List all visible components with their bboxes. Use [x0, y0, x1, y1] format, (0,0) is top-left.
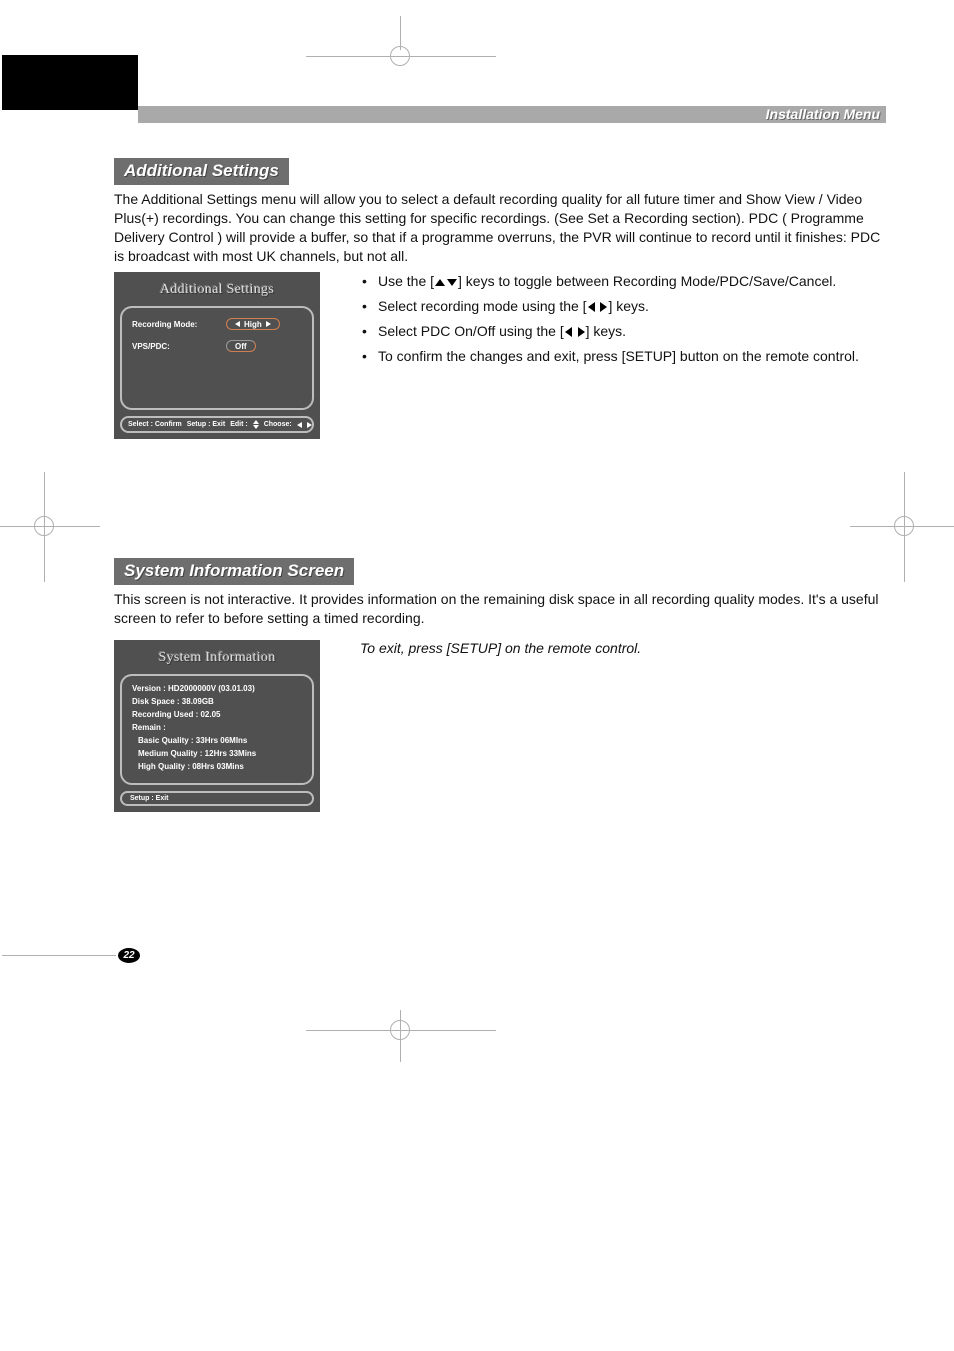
section-bar-additional-settings: Additional Settings — [114, 158, 289, 185]
osd-value-text: Off — [235, 342, 247, 351]
arrow-left-icon — [588, 302, 595, 312]
osd-value-vps: Off — [226, 340, 256, 352]
osd-info-version: Version : HD2000000V (03.01.03) — [132, 684, 302, 693]
arrow-right-icon — [578, 327, 585, 337]
osd-row-recording-mode: Recording Mode: High — [132, 318, 302, 330]
exit-note: To exit, press [SETUP] on the remote con… — [360, 640, 884, 656]
intro-text-system-information: This screen is not interactive. It provi… — [114, 590, 884, 628]
crop-mark-bottom — [376, 1010, 424, 1058]
triangle-left-icon — [297, 422, 302, 428]
header-black-box — [2, 55, 138, 110]
page-number-badge: 22 — [118, 948, 140, 963]
updown-arrows-icon — [253, 420, 259, 429]
instruction-text: ] keys. — [586, 323, 626, 339]
instruction-text: ] keys. — [608, 298, 648, 314]
instruction-item: To confirm the changes and exit, press [… — [378, 347, 884, 366]
section-bar-system-information: System Information Screen — [114, 558, 354, 585]
osd-info-remain: Remain : — [132, 723, 302, 732]
instruction-item: Select PDC On/Off using the [ ] keys. — [378, 322, 884, 341]
osd-system-information: System Information Version : HD2000000V … — [114, 640, 320, 812]
osd-footer-setup: Setup : Exit — [187, 421, 226, 428]
osd-label: Recording Mode: — [132, 320, 218, 329]
osd-footer: Setup : Exit — [120, 791, 314, 806]
osd-footer-choose: Choose: — [264, 421, 292, 428]
crop-mark-top — [376, 36, 424, 84]
osd-footer-edit: Edit : — [230, 421, 248, 428]
crop-mark-left — [20, 502, 70, 552]
osd-info-disk: Disk Space : 38.09GB — [132, 697, 302, 706]
osd-title: Additional Settings — [122, 282, 312, 298]
osd-label: VPS/PDC: — [132, 342, 218, 351]
osd-row-vps-pdc: VPS/PDC: Off — [132, 340, 302, 352]
arrow-right-icon — [600, 302, 607, 312]
page-rule — [2, 955, 116, 956]
header-title: Installation Menu — [766, 106, 880, 122]
instruction-text: Select recording mode using the [ — [378, 298, 587, 314]
osd-info-medium: Medium Quality : 12Hrs 33Mins — [132, 749, 302, 758]
osd-info-high: High Quality : 08Hrs 03Mins — [132, 762, 302, 771]
osd-footer: Select : Confirm Setup : Exit Edit : Cho… — [120, 416, 314, 433]
triangle-right-icon — [307, 422, 312, 428]
arrow-down-icon — [447, 279, 457, 286]
osd-value-recording-mode: High — [226, 318, 280, 330]
instruction-text: Use the [ — [378, 273, 434, 289]
crop-mark-right — [880, 502, 930, 552]
osd-footer-select: Select : Confirm — [128, 421, 182, 428]
intro-text-additional-settings: The Additional Settings menu will allow … — [114, 190, 884, 266]
instruction-item: Use the [ ] keys to toggle between Record… — [378, 272, 884, 291]
osd-info-rec-used: Recording Used : 02.05 — [132, 710, 302, 719]
instructions-additional-settings: Use the [ ] keys to toggle between Record… — [360, 272, 884, 439]
osd-info-basic: Basic Quality : 33Hrs 06MIns — [132, 736, 302, 745]
osd-title: System Information — [122, 650, 312, 666]
triangle-left-icon — [235, 321, 240, 327]
arrow-left-icon — [565, 327, 572, 337]
instructions-system-information: To exit, press [SETUP] on the remote con… — [360, 640, 884, 812]
instruction-text: Select PDC On/Off using the [ — [378, 323, 564, 339]
instruction-item: Select recording mode using the [ ] keys… — [378, 297, 884, 316]
osd-value-text: High — [244, 320, 262, 329]
instruction-text: ] keys to toggle between Recording Mode/… — [458, 273, 836, 289]
osd-additional-settings: Additional Settings Recording Mode: High… — [114, 272, 320, 439]
triangle-right-icon — [266, 321, 271, 327]
arrow-up-icon — [435, 279, 445, 286]
